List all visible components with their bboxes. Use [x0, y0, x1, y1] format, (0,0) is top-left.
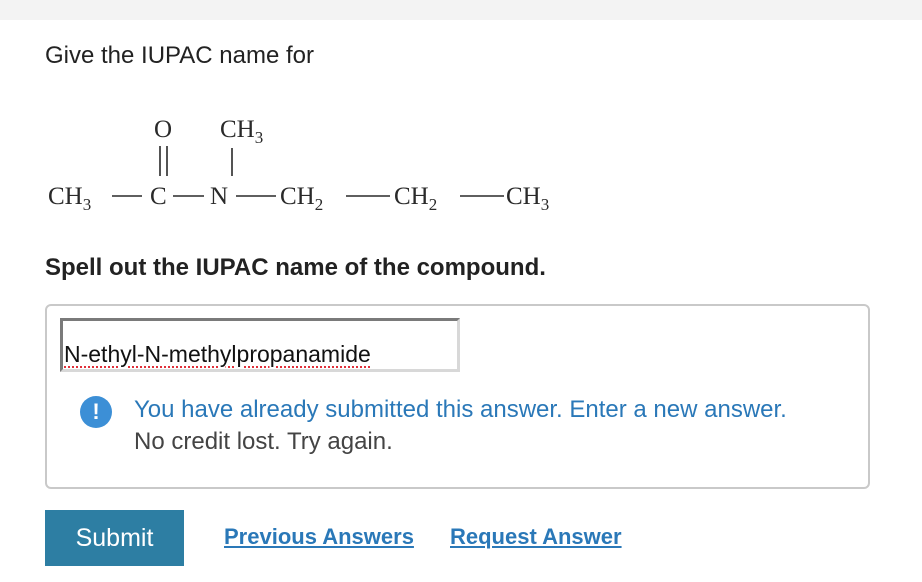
request-answer-link[interactable]: Request Answer — [450, 524, 622, 550]
question-prompt: Give the IUPAC name for — [45, 42, 314, 69]
top-strip — [0, 0, 922, 20]
previous-answers-link[interactable]: Previous Answers — [224, 524, 414, 550]
terminal-methyl-group: CH3 — [506, 183, 549, 214]
structure-diagram: O CH3 CH3 C N CH2 CH2 CH3 — [48, 116, 549, 214]
feedback-note: No credit lost. Try again. — [134, 428, 393, 455]
submit-button[interactable]: Submit — [45, 510, 184, 566]
exclamation-icon: ! — [80, 396, 112, 428]
first-methylene-group: CH2 — [280, 183, 323, 214]
answer-input[interactable]: N-ethyl-N-methylpropanamide — [60, 318, 460, 372]
carbonyl-carbon: C — [150, 183, 167, 210]
second-methylene-group: CH2 — [394, 183, 437, 214]
feedback-message: You have already submitted this answer. … — [134, 396, 787, 423]
chemical-structure: O CH3 CH3 C N CH2 CH2 CH3 — [40, 100, 580, 230]
question-instruction: Spell out the IUPAC name of the compound… — [45, 254, 546, 281]
nitrogen-atom: N — [210, 183, 228, 210]
oxygen-atom: O — [154, 116, 172, 143]
left-methyl-group: CH3 — [48, 183, 91, 214]
n-methyl-group: CH3 — [220, 116, 263, 147]
answer-text: N-ethyl-N-methylpropanamide — [64, 341, 371, 367]
